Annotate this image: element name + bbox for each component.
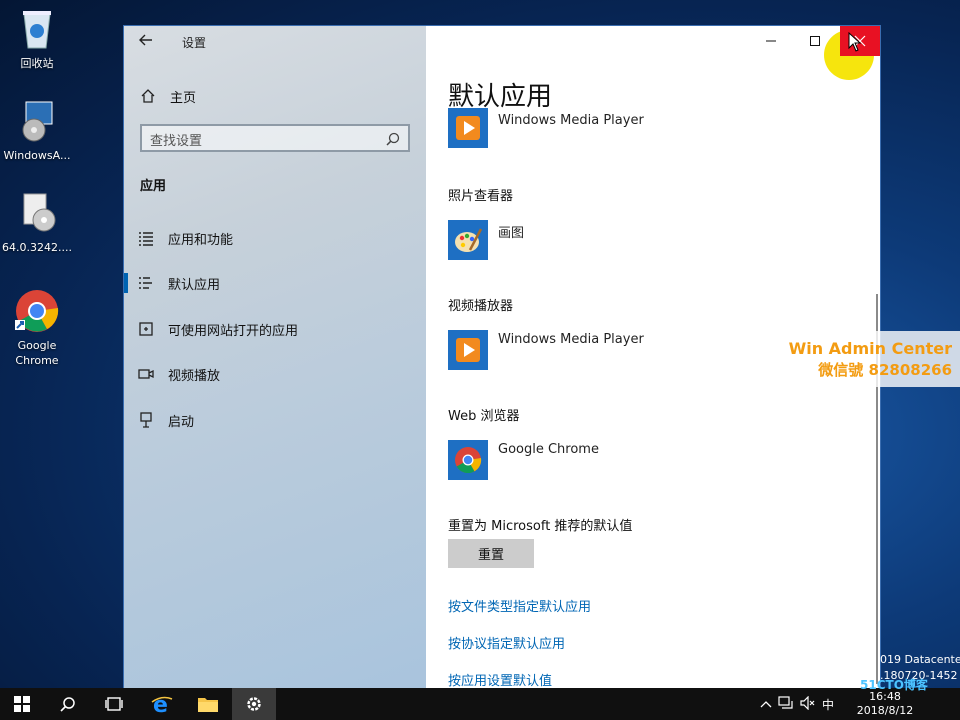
search-button[interactable] <box>46 688 90 720</box>
web-browser-app-name: Google Chrome <box>498 442 599 457</box>
start-button[interactable] <box>0 688 44 720</box>
installer-icon <box>14 98 60 144</box>
watermark: Win Admin Center 微信號 82808266 <box>768 331 960 387</box>
default-apps-icon <box>138 275 154 291</box>
os-info-line1: 019 Datacenter <box>880 653 960 666</box>
folder-icon <box>198 698 218 712</box>
reset-button[interactable]: 重置 <box>448 539 534 568</box>
desktop-icon-windowsadmin[interactable]: WindowsA... <box>0 98 74 163</box>
windows-logo-icon <box>14 696 30 712</box>
system-tray: 中 <box>760 688 840 720</box>
desktop-icon-label: 回收站 <box>20 57 54 70</box>
taskbar: e 中 16:48 2018/8/12 <box>0 688 960 720</box>
link-by-app[interactable]: 按应用设置默认值 <box>448 670 552 688</box>
volume-muted-icon[interactable] <box>800 695 822 713</box>
video-player-app-button[interactable] <box>448 330 488 370</box>
task-view-icon <box>105 697 123 711</box>
reset-description: 重置为 Microsoft 推荐的默认值 <box>448 519 633 534</box>
window-title: 设置 <box>182 36 207 50</box>
sidebar-home-label: 主页 <box>170 90 197 106</box>
sidebar-item-startup[interactable]: 启动 <box>124 402 426 438</box>
category-web-browser: Web 浏览器 <box>448 409 520 424</box>
internet-explorer-icon: e <box>151 693 173 715</box>
desktop-icon-recycle-bin[interactable]: 回收站 <box>0 6 74 71</box>
paint-icon <box>448 220 488 260</box>
category-video-player: 视频播放器 <box>448 299 514 314</box>
sidebar: 设置 主页 查找设置 应用 应用和功能 默认应用 可使用网站打开的应用 视频播放… <box>124 26 426 688</box>
task-view-button[interactable] <box>92 688 136 720</box>
sidebar-item-label: 视频播放 <box>168 368 221 384</box>
web-browser-app-button[interactable] <box>448 440 488 480</box>
maximize-icon <box>810 36 820 46</box>
desktop-icon-google-chrome[interactable]: Google Chrome <box>0 288 74 368</box>
mouse-cursor-icon <box>848 32 862 52</box>
desktop-icon-label: WindowsA... <box>3 149 71 162</box>
sidebar-item-label: 可使用网站打开的应用 <box>168 323 299 339</box>
sidebar-item-default-apps[interactable]: 默认应用 <box>124 265 426 301</box>
chrome-icon <box>14 288 60 334</box>
maximize-button[interactable] <box>792 26 838 56</box>
sidebar-item-label: 启动 <box>168 414 195 430</box>
sidebar-item-label: 默认应用 <box>168 277 221 293</box>
chrome-icon <box>448 440 488 480</box>
back-arrow-icon[interactable] <box>138 32 154 50</box>
taskbar-edge[interactable]: e <box>140 688 184 720</box>
clock[interactable]: 16:48 2018/8/12 <box>850 690 920 718</box>
sidebar-item-label: 应用和功能 <box>168 232 234 248</box>
video-playback-icon <box>138 366 154 382</box>
installer-icon <box>14 190 60 236</box>
sidebar-item-video-playback[interactable]: 视频播放 <box>124 356 426 392</box>
svg-text:e: e <box>153 693 168 715</box>
windows-media-player-icon <box>448 330 488 370</box>
taskbar-file-explorer[interactable] <box>186 688 230 720</box>
recycle-bin-icon <box>14 6 60 52</box>
taskbar-settings[interactable] <box>232 688 276 720</box>
desktop-icon-label: 64.0.3242.... <box>2 241 72 254</box>
windows-media-player-icon <box>448 108 488 148</box>
photo-viewer-app-button[interactable] <box>448 220 488 260</box>
category-photo-viewer: 照片查看器 <box>448 189 514 204</box>
search-placeholder: 查找设置 <box>150 134 203 149</box>
minimize-button[interactable] <box>748 26 794 56</box>
ime-indicator[interactable]: 中 <box>822 696 840 713</box>
settings-window: 设置 主页 查找设置 应用 应用和功能 默认应用 可使用网站打开的应用 视频播放… <box>124 26 880 688</box>
home-icon <box>140 88 156 104</box>
photo-viewer-app-name: 画图 <box>498 226 525 241</box>
minimize-icon <box>766 40 776 42</box>
watermark-line1: Win Admin Center <box>788 339 952 358</box>
search-icon <box>60 697 75 712</box>
music-player-app-name: Windows Media Player <box>498 113 644 128</box>
brand-watermark: 51CTO博客 <box>860 678 928 692</box>
desktop-icon-chrome-installer[interactable]: 64.0.3242.... <box>0 190 74 255</box>
music-player-app-button[interactable] <box>448 108 488 148</box>
desktop-icon-label: Google Chrome <box>15 339 59 367</box>
active-indicator <box>124 273 128 293</box>
apps-features-icon <box>138 230 154 246</box>
chevron-up-icon[interactable] <box>760 697 778 711</box>
link-by-protocol[interactable]: 按协议指定默认应用 <box>448 633 565 652</box>
network-icon[interactable] <box>778 695 800 713</box>
watermark-line2: 微信號 82808266 <box>818 361 952 379</box>
video-player-app-name: Windows Media Player <box>498 332 644 347</box>
search-icon[interactable] <box>386 131 400 146</box>
search-input[interactable]: 查找设置 <box>140 124 410 152</box>
apps-for-websites-icon <box>138 321 154 337</box>
section-heading: 应用 <box>140 179 167 194</box>
startup-icon <box>138 412 154 428</box>
gear-icon <box>247 697 261 711</box>
sidebar-item-apps-features[interactable]: 应用和功能 <box>124 220 426 256</box>
sidebar-item-home[interactable]: 主页 <box>140 86 196 106</box>
sidebar-item-apps-for-websites[interactable]: 可使用网站打开的应用 <box>124 311 426 347</box>
link-by-file-type[interactable]: 按文件类型指定默认应用 <box>448 596 591 615</box>
clock-date: 2018/8/12 <box>856 704 914 717</box>
